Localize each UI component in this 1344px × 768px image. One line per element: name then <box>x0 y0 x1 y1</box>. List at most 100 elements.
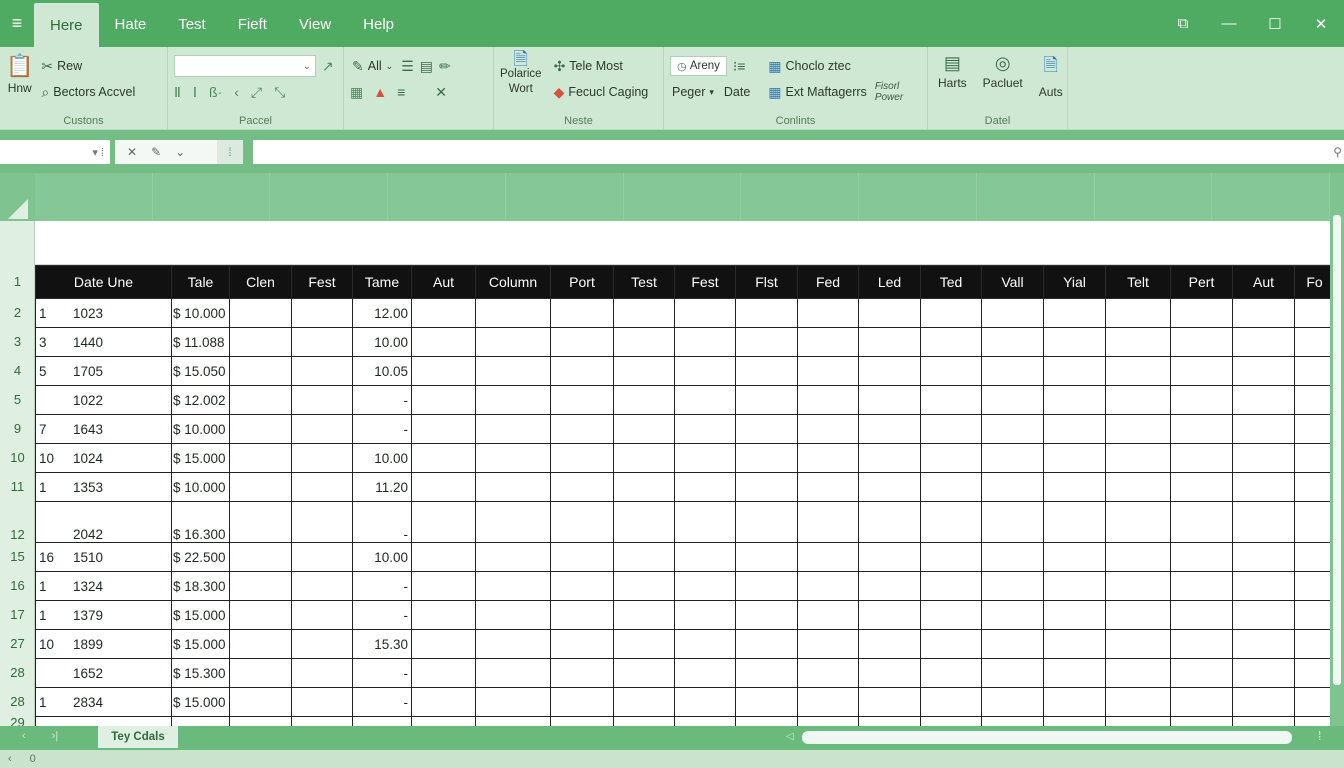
table-cell[interactable] <box>411 542 476 572</box>
table-cell[interactable] <box>858 542 921 572</box>
table-cell[interactable]: 15.30 <box>352 629 412 659</box>
table-cell[interactable] <box>613 356 675 386</box>
table-cell[interactable] <box>229 716 292 726</box>
table-cell[interactable] <box>920 629 982 659</box>
table-cell[interactable]: 5 1705 <box>35 356 172 386</box>
table-cell[interactable] <box>291 600 353 630</box>
table-cell[interactable] <box>352 716 412 726</box>
table-cell[interactable]: 1 1324 <box>35 571 172 601</box>
row-number[interactable]: 15 <box>0 542 35 571</box>
table-cell[interactable] <box>735 716 798 726</box>
row-number[interactable]: 5 <box>0 385 35 414</box>
rew-button[interactable]: ✂ Rew <box>39 57 84 76</box>
polarice-button[interactable]: 🗎 Polarice Wort <box>500 50 542 105</box>
table-cell[interactable] <box>920 472 982 502</box>
row-number[interactable]: 1 <box>0 265 35 298</box>
table-cell[interactable] <box>920 327 982 357</box>
table-cell[interactable] <box>674 716 736 726</box>
table-cell[interactable] <box>291 501 353 543</box>
table-cell[interactable]: $ 10.000 <box>171 472 230 502</box>
pacluet-button[interactable]: ◎ Pacluet <box>983 53 1023 99</box>
table-cell[interactable] <box>1170 356 1233 386</box>
table-cell[interactable] <box>797 716 859 726</box>
table-cell[interactable] <box>981 327 1044 357</box>
minimize-icon[interactable]: — <box>1206 0 1252 47</box>
table-cell[interactable] <box>613 716 675 726</box>
table-cell[interactable] <box>674 443 736 473</box>
paste-button[interactable]: 📋 Hnw <box>6 53 33 105</box>
table-cell[interactable] <box>1043 385 1106 415</box>
chevron-down-icon[interactable]: ⌄ <box>175 145 185 159</box>
underline-icon[interactable]: ß· <box>209 84 222 100</box>
table-cell[interactable] <box>1043 327 1106 357</box>
table-cell[interactable] <box>291 385 353 415</box>
table-cell[interactable] <box>858 298 921 328</box>
table-cell[interactable] <box>858 658 921 688</box>
table-cell[interactable] <box>735 687 798 717</box>
table-cell[interactable] <box>1170 327 1233 357</box>
table-cell[interactable]: 16 1510 <box>35 542 172 572</box>
table-cell[interactable]: $ 15.000 <box>171 629 230 659</box>
table-cell[interactable] <box>411 600 476 630</box>
table-cell[interactable] <box>920 356 982 386</box>
bold-icon[interactable]: Ⅱ <box>174 84 181 101</box>
table-cell[interactable]: 1022 <box>35 385 172 415</box>
align-block-icon[interactable]: ▤ <box>420 58 433 75</box>
table-cell[interactable] <box>550 443 614 473</box>
table-cell[interactable] <box>1294 356 1330 386</box>
table-cell[interactable] <box>1170 658 1233 688</box>
table-cell[interactable] <box>1043 356 1106 386</box>
table-cell[interactable] <box>1105 501 1171 543</box>
tab-help[interactable]: Help <box>347 2 410 47</box>
table-cell[interactable] <box>291 716 353 726</box>
table-cell[interactable] <box>475 629 551 659</box>
table-cell[interactable] <box>613 629 675 659</box>
table-cell[interactable] <box>858 687 921 717</box>
table-cell[interactable] <box>291 687 353 717</box>
table-cell[interactable] <box>613 298 675 328</box>
table-cell[interactable] <box>229 298 292 328</box>
table-cell[interactable] <box>291 443 353 473</box>
table-cell[interactable] <box>613 443 675 473</box>
table-cell[interactable] <box>1170 472 1233 502</box>
table-cell[interactable] <box>1105 658 1171 688</box>
column-header[interactable]: Tale <box>171 265 230 299</box>
table-cell[interactable] <box>475 501 551 543</box>
table-cell[interactable] <box>1043 571 1106 601</box>
table-cell[interactable]: 1 1353 <box>35 472 172 502</box>
table-cell[interactable] <box>1232 501 1295 543</box>
table-cell[interactable] <box>1170 414 1233 444</box>
table-cell[interactable] <box>550 472 614 502</box>
table-cell[interactable] <box>920 571 982 601</box>
table-cell[interactable] <box>550 501 614 543</box>
table-cell[interactable] <box>1043 629 1106 659</box>
scroll-right-icon[interactable]: ⁞ <box>1318 729 1321 743</box>
table-cell[interactable] <box>797 356 859 386</box>
table-cell[interactable]: 10.00 <box>352 443 412 473</box>
column-header[interactable]: Vall <box>981 265 1044 299</box>
table-cell[interactable] <box>475 356 551 386</box>
fill-red-icon[interactable]: ▲ <box>373 84 387 100</box>
table-cell[interactable] <box>550 571 614 601</box>
all-button[interactable]: ✎ All ⌄ <box>350 57 395 76</box>
col-band-c[interactable] <box>270 173 389 221</box>
table-cell[interactable] <box>1232 542 1295 572</box>
table-cell[interactable] <box>1043 414 1106 444</box>
table-cell[interactable] <box>1170 629 1233 659</box>
table-cell[interactable] <box>1232 298 1295 328</box>
column-header[interactable]: Fed <box>797 265 859 299</box>
table-cell[interactable] <box>1232 658 1295 688</box>
date-button[interactable]: Date <box>722 84 752 100</box>
table-cell[interactable] <box>674 327 736 357</box>
table-cell[interactable] <box>1043 687 1106 717</box>
table-cell[interactable] <box>411 356 476 386</box>
table-cell[interactable] <box>1105 600 1171 630</box>
table-cell[interactable] <box>735 443 798 473</box>
table-cell[interactable] <box>411 716 476 726</box>
table-cell[interactable] <box>475 658 551 688</box>
table-cell[interactable] <box>291 542 353 572</box>
table-cell[interactable] <box>735 327 798 357</box>
font-name-combo[interactable]: ⌄ <box>174 55 316 77</box>
table-cell[interactable]: - <box>352 658 412 688</box>
table-cell[interactable] <box>613 687 675 717</box>
